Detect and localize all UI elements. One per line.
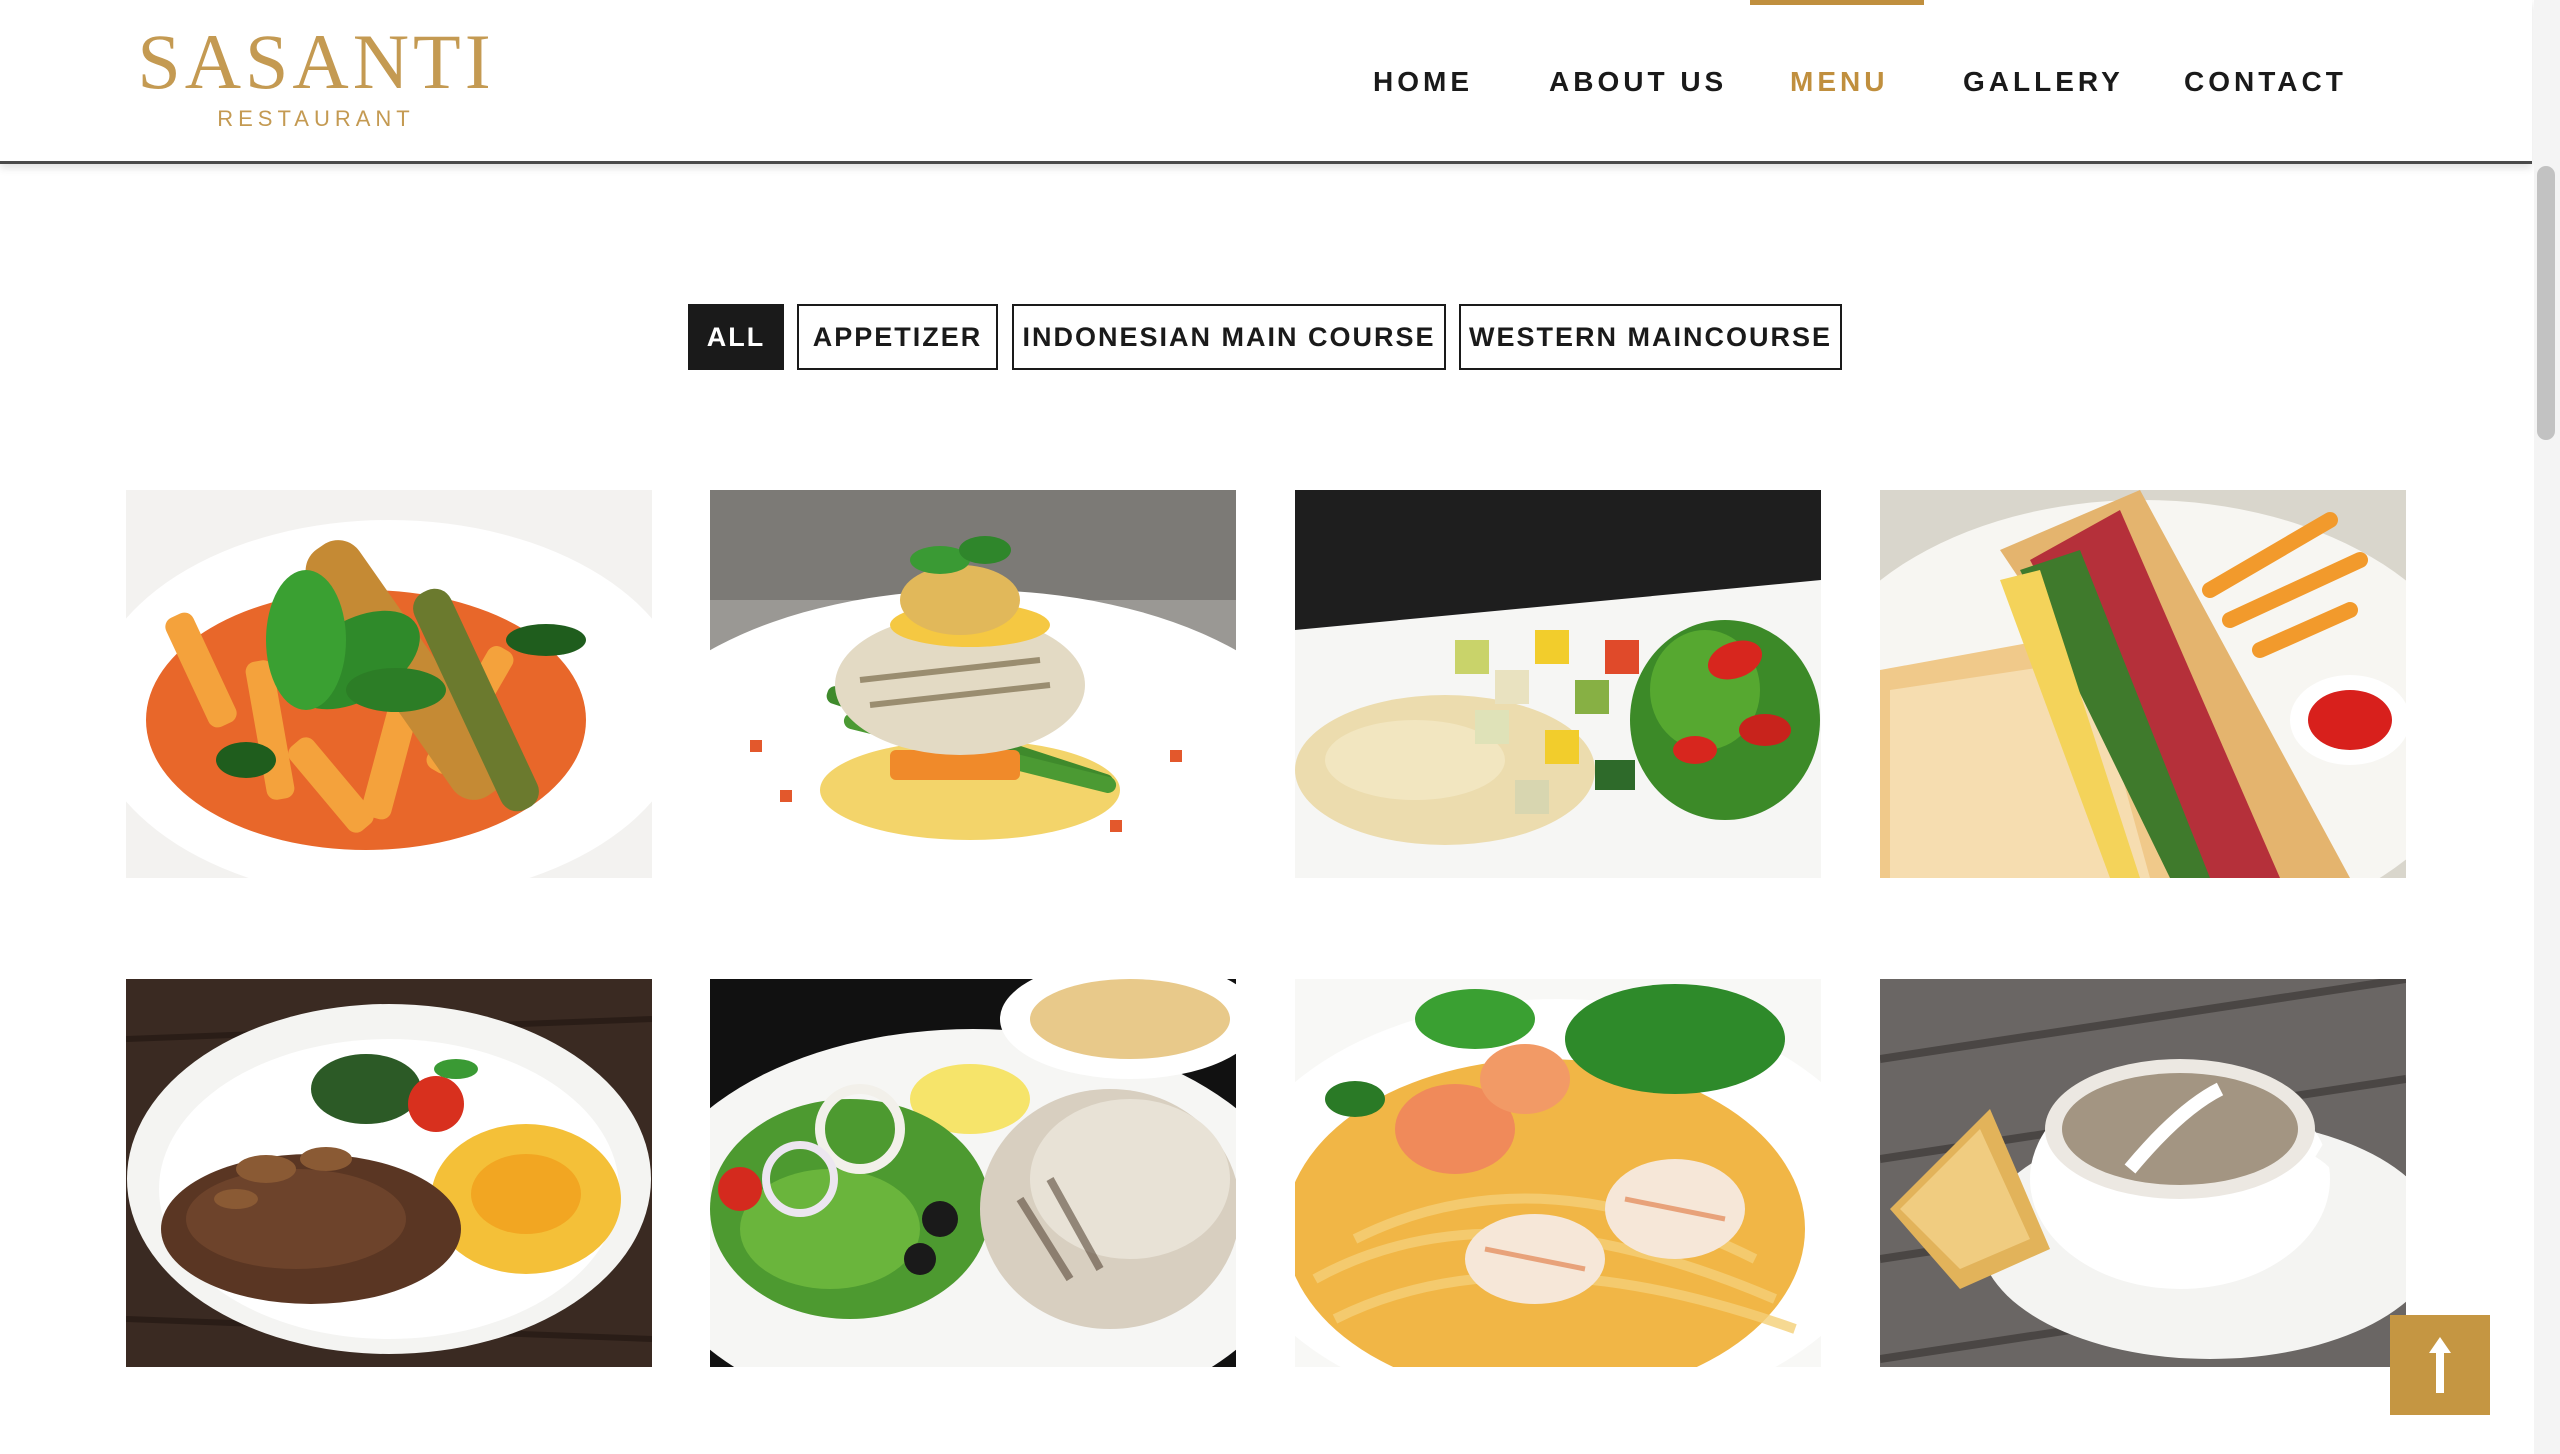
gallery-item[interactable] bbox=[126, 490, 652, 878]
brand-tagline: RESTAURANT bbox=[217, 106, 415, 131]
gallery-item[interactable] bbox=[1295, 979, 1821, 1367]
fish-with-vegetables-dish-image bbox=[1295, 490, 1821, 878]
penne-pasta-dish-image bbox=[126, 490, 652, 878]
chicken-with-salad-dish-image bbox=[710, 979, 1236, 1367]
gallery-item[interactable] bbox=[1880, 979, 2406, 1367]
gallery-item[interactable] bbox=[710, 979, 1236, 1367]
nav-item-contact[interactable]: CONTACT bbox=[2184, 64, 2347, 100]
gallery-item[interactable] bbox=[126, 979, 652, 1367]
gallery-item[interactable] bbox=[1295, 490, 1821, 878]
nav-active-indicator bbox=[1750, 0, 1924, 5]
nav-item-gallery[interactable]: GALLERY bbox=[1963, 64, 2124, 100]
filter-indonesian-main-course-button[interactable]: INDONESIAN MAIN COURSE bbox=[1012, 304, 1446, 370]
nav-item-about-us[interactable]: ABOUT US bbox=[1549, 64, 1727, 100]
site-header: SASANTI RESTAURANT HOME ABOUT US MENU GA… bbox=[0, 0, 2532, 164]
sandwich-with-fries-dish-image bbox=[1880, 490, 2406, 878]
grilled-fish-dish-image bbox=[710, 490, 1236, 878]
filter-all-button[interactable]: ALL bbox=[688, 304, 784, 370]
back-to-top-button[interactable] bbox=[2390, 1315, 2490, 1415]
filter-appetizer-button[interactable]: APPETIZER bbox=[797, 304, 998, 370]
gallery-item[interactable] bbox=[710, 490, 1236, 878]
brand-logo[interactable]: SASANTI RESTAURANT bbox=[126, 22, 506, 132]
gallery-item[interactable] bbox=[1880, 490, 2406, 878]
steak-with-egg-dish-image bbox=[126, 979, 652, 1367]
brand-name: SASANTI bbox=[137, 18, 495, 105]
soup-with-bread-dish-image bbox=[1880, 979, 2406, 1367]
scrollbar-thumb[interactable] bbox=[2537, 166, 2555, 440]
arrow-up-icon bbox=[2429, 1337, 2451, 1393]
seafood-pasta-dish-image bbox=[1295, 979, 1821, 1367]
nav-item-home[interactable]: HOME bbox=[1373, 64, 1473, 100]
filter-western-maincourse-button[interactable]: WESTERN MAINCOURSE bbox=[1459, 304, 1842, 370]
nav-item-menu[interactable]: MENU bbox=[1790, 64, 1888, 100]
